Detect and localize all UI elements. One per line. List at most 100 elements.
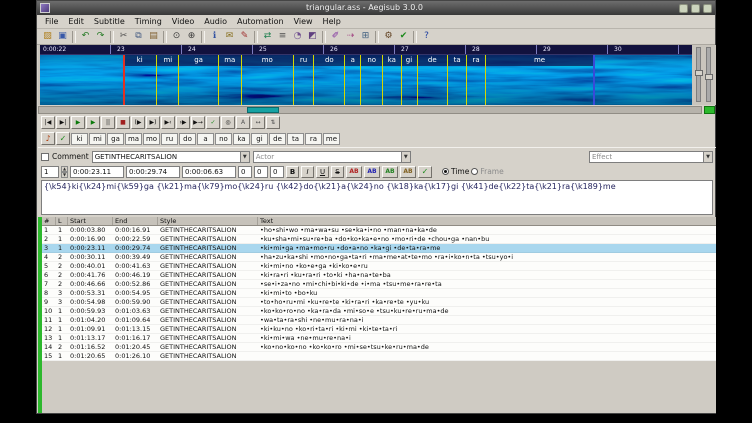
column-header-layer[interactable]: L — [56, 217, 68, 225]
transport-button[interactable]: ▶‹ — [161, 116, 175, 129]
toolbar-icon[interactable]: ✉ — [222, 30, 237, 44]
margin-left-field[interactable]: 0 — [238, 166, 252, 178]
end-time-field[interactable]: 0:00:29.74 — [126, 166, 180, 178]
transport-button[interactable]: |◀ — [41, 116, 55, 129]
menu-item[interactable]: Subtitle — [89, 15, 130, 28]
karaoke-syllable-button[interactable]: do — [179, 133, 196, 145]
subtitle-row[interactable]: 6 2 0:00:41.76 0:00:46.19 GETINTHECARITS… — [42, 271, 716, 280]
karaoke-toggle-button[interactable]: ♪ — [41, 132, 55, 145]
margin-vertical-field[interactable]: 0 — [270, 166, 284, 178]
toolbar-icon[interactable]: ? — [419, 30, 434, 44]
underline-button[interactable]: U — [316, 166, 329, 178]
toolbar-icon[interactable] — [375, 31, 379, 43]
bold-button[interactable]: B — [286, 166, 299, 178]
toolbar-icon[interactable]: ℹ — [207, 30, 222, 44]
menu-item[interactable]: Video — [167, 15, 199, 28]
column-header-text[interactable]: Text — [258, 217, 716, 225]
duration-field[interactable]: 0:00:06.63 — [182, 166, 236, 178]
title-bar[interactable]: triangular.ass - Aegisub 3.0.0 — [37, 1, 715, 15]
style-select[interactable]: GETINTHECARITSALION ▼ — [92, 151, 250, 163]
toolbar-icon[interactable] — [322, 31, 326, 43]
volume-slider[interactable] — [706, 47, 711, 102]
menu-item[interactable]: Audio — [199, 15, 232, 28]
column-header-number[interactable]: # — [42, 217, 56, 225]
color-picker-button[interactable]: AB — [382, 166, 398, 178]
karaoke-syllable-region[interactable]: de — [417, 55, 448, 105]
comment-checkbox[interactable] — [41, 153, 49, 161]
toolbar-icon[interactable]: ✎ — [237, 30, 252, 44]
toolbar-icon[interactable]: ≡ — [275, 30, 290, 44]
maximize-button[interactable] — [691, 4, 700, 13]
menu-item[interactable]: Edit — [63, 15, 89, 28]
subtitle-row[interactable]: 3 1 0:00:23.11 0:00:29.74 GETINTHECARITS… — [42, 244, 716, 253]
toolbar-icon[interactable] — [254, 31, 258, 43]
karaoke-syllable-region[interactable]: a — [344, 55, 360, 105]
start-time-field[interactable]: 0:00:23.11 — [70, 166, 124, 178]
toolbar-icon[interactable]: ✔ — [396, 30, 411, 44]
karaoke-syllable-region[interactable]: ma — [218, 55, 241, 105]
close-button[interactable] — [703, 4, 712, 13]
karaoke-syllable-region[interactable]: ki — [123, 55, 156, 105]
vertical-zoom-slider[interactable] — [696, 47, 701, 102]
margin-right-field[interactable]: 0 — [254, 166, 268, 178]
color-picker-button[interactable]: AB — [364, 166, 380, 178]
subtitle-row[interactable]: 15 1 0:01:20.65 0:01:26.10 GETINTHECARIT… — [42, 352, 716, 361]
toolbar-icon[interactable]: ⊙ — [169, 30, 184, 44]
menu-item[interactable]: File — [40, 15, 63, 28]
toolbar-icon[interactable] — [201, 31, 205, 43]
karaoke-syllable-button[interactable]: mi — [89, 133, 106, 145]
toolbar-icon[interactable]: ⇄ — [260, 30, 275, 44]
karaoke-syllable-button[interactable]: ka — [233, 133, 250, 145]
layer-stepper[interactable]: ▲▼ — [61, 166, 68, 178]
karaoke-syllable-region[interactable]: mo — [241, 55, 293, 105]
karaoke-syllable-button[interactable]: a — [197, 133, 214, 145]
karaoke-syllable-button[interactable]: me — [323, 133, 340, 145]
minimize-button[interactable] — [679, 4, 688, 13]
chevron-down-icon[interactable]: ▼ — [401, 152, 410, 162]
chevron-down-icon[interactable]: ▼ — [703, 152, 712, 162]
menu-item[interactable]: View — [289, 15, 318, 28]
karaoke-syllable-region[interactable]: gi — [401, 55, 417, 105]
column-header-start[interactable]: Start — [68, 217, 113, 225]
audio-scrollbar[interactable] — [38, 106, 702, 114]
toolbar-icon[interactable]: ✂ — [116, 30, 131, 44]
toolbar-icon[interactable]: ◩ — [305, 30, 320, 44]
column-header-end[interactable]: End — [113, 217, 158, 225]
karaoke-syllable-button[interactable]: ta — [287, 133, 304, 145]
column-header-style[interactable]: Style — [158, 217, 258, 225]
karaoke-syllable-button[interactable]: ra — [305, 133, 322, 145]
subtitle-row[interactable]: 4 2 0:00:30.11 0:00:39.49 GETINTHECARITS… — [42, 253, 716, 262]
subtitle-row[interactable]: 8 3 0:00:53.31 0:00:54.95 GETINTHECARITS… — [42, 289, 716, 298]
transport-button[interactable]: ›▶ — [176, 116, 190, 129]
toolbar-icon[interactable]: ▣ — [55, 30, 70, 44]
effect-select[interactable]: Effect ▼ — [589, 151, 713, 163]
karaoke-syllable-button[interactable]: gi — [251, 133, 268, 145]
transport-button[interactable]: ▶→ — [191, 116, 205, 129]
transport-button[interactable]: ■ — [116, 116, 130, 129]
transport-button[interactable]: || — [101, 116, 115, 129]
karaoke-syllable-region[interactable]: me — [485, 55, 593, 105]
subtitle-row[interactable]: 11 1 0:01:04.20 0:01:09.64 GETINTHECARIT… — [42, 316, 716, 325]
karaoke-syllable-button[interactable]: ma — [125, 133, 142, 145]
karaoke-syllable-button[interactable]: ga — [107, 133, 124, 145]
karaoke-syllable-region[interactable]: mi — [156, 55, 178, 105]
transport-button[interactable]: ✓ — [206, 116, 220, 129]
karaoke-syllable-region[interactable]: ta — [447, 55, 466, 105]
subtitle-row[interactable]: 9 3 0:00:54.98 0:00:59.90 GETINTHECARITS… — [42, 298, 716, 307]
menu-item[interactable]: Timing — [130, 15, 167, 28]
frame-radio[interactable] — [471, 168, 478, 175]
subtitle-row[interactable]: 7 2 0:00:46.66 0:00:52.86 GETINTHECARITS… — [42, 280, 716, 289]
toolbar-icon[interactable] — [413, 31, 417, 43]
karaoke-syllable-region[interactable]: do — [313, 55, 344, 105]
toolbar-icon[interactable]: ▤ — [146, 30, 161, 44]
menu-item[interactable]: Help — [318, 15, 346, 28]
transport-button[interactable]: ▶ — [71, 116, 85, 129]
transport-button[interactable]: ▶) — [146, 116, 160, 129]
transport-button[interactable]: ▶| — [56, 116, 70, 129]
toolbar-icon[interactable]: ⊞ — [358, 30, 373, 44]
subtitle-row[interactable]: 2 1 0:00:16.90 0:00:22.59 GETINTHECARITS… — [42, 235, 716, 244]
toolbar-icon[interactable] — [110, 31, 114, 43]
toolbar-icon[interactable]: ↷ — [93, 30, 108, 44]
transport-button[interactable]: ◎ — [221, 116, 235, 129]
audio-spectrogram[interactable]: ki mi ga ma — [40, 45, 692, 105]
